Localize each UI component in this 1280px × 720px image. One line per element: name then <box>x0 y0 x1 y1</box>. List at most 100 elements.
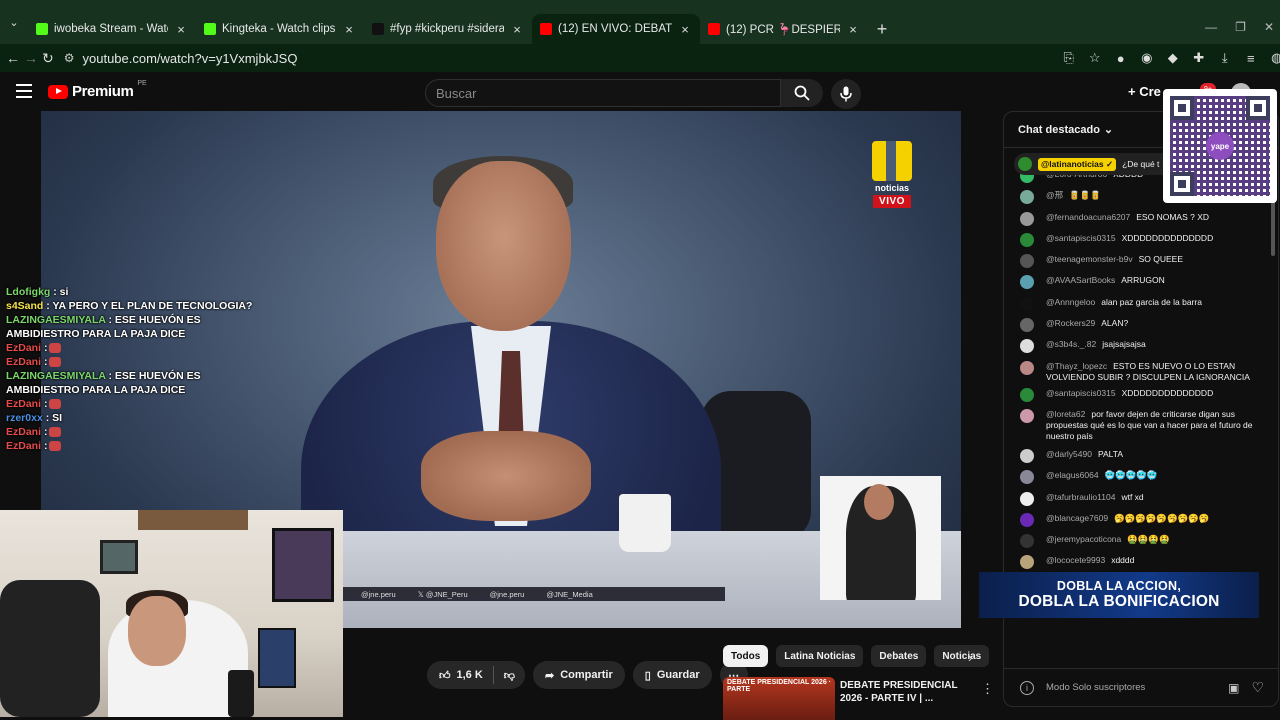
close-tab-icon[interactable]: × <box>510 22 524 37</box>
voice-search-button[interactable] <box>831 79 861 109</box>
chat-message[interactable]: @santapiscis0315 XDDDDDDDDDDDDDD <box>1004 232 1270 254</box>
close-tab-icon[interactable]: × <box>174 22 188 37</box>
download-icon[interactable]: ⤓ <box>1218 50 1232 66</box>
avatar[interactable] <box>1020 555 1034 570</box>
install-app-icon[interactable]: ⎘ <box>1062 50 1076 66</box>
avatar[interactable] <box>1020 387 1034 402</box>
avatar[interactable] <box>1020 360 1034 375</box>
filter-chip[interactable]: Latina Noticias <box>776 645 864 667</box>
avatar[interactable] <box>1020 190 1034 205</box>
chat-author[interactable]: @AVAASartBooks <box>1046 275 1115 285</box>
chat-message[interactable]: @loreta62 por favor dejen de criticarse d… <box>1004 408 1270 449</box>
chat-author[interactable]: @santapiscis0315 <box>1046 233 1116 243</box>
chat-author[interactable]: @blancage7609 <box>1046 513 1108 523</box>
chat-message[interactable]: @Rockers29 ALAN? <box>1004 318 1270 339</box>
chat-author[interactable]: @邢 <box>1046 190 1063 200</box>
chat-message[interactable]: @elagus6064 🥶🥶🥶🥶🥶 <box>1004 470 1270 491</box>
browser-tab[interactable]: (12) PCR 🦩DESPIERTA PERU ·× <box>700 14 868 44</box>
avatar[interactable] <box>1020 254 1034 269</box>
avatar[interactable] <box>1020 296 1034 311</box>
address-bar[interactable]: ⚙ youtube.com/watch?v=y1VxmjbkJSQ <box>58 46 988 70</box>
minimize-icon[interactable]: — <box>1205 20 1217 34</box>
chat-message[interactable]: @Annngeloo alan paz garcia de la barra <box>1004 296 1270 318</box>
save-button[interactable]: ▯ Guardar <box>632 661 712 689</box>
thumbs-down-icon[interactable]: 👎︎ <box>504 669 515 682</box>
recommended-title[interactable]: DEBATE PRESIDENCIAL 2026 - PARTE IV | ..… <box>840 679 980 705</box>
chat-author[interactable]: @santapiscis0315 <box>1046 388 1116 398</box>
extension-icon[interactable]: ● <box>1114 51 1128 66</box>
back-arrow-icon[interactable]: ← <box>6 46 20 70</box>
like-count[interactable]: 1,6 K <box>457 669 483 681</box>
kebab-menu-icon[interactable]: ⋮ <box>981 681 994 697</box>
chat-author[interactable]: @Annngeloo <box>1046 297 1095 307</box>
extension-icon[interactable]: ◉ <box>1140 50 1154 66</box>
youtube-premium-logo[interactable]: Premium PE <box>48 80 147 100</box>
close-tab-icon[interactable]: × <box>342 22 356 37</box>
site-info-icon[interactable]: ⚙ <box>64 51 75 65</box>
chevron-right-icon[interactable]: › <box>968 650 972 665</box>
chat-author[interactable]: @loreta62 <box>1046 409 1085 419</box>
browser-tab[interactable]: iwobeka Stream - Watch Live o× <box>28 14 196 44</box>
extension-icon[interactable]: ◆ <box>1166 50 1180 66</box>
avatar[interactable] <box>1020 470 1034 485</box>
chat-message[interactable]: @jeremypacoticona 🤮🤮🤮🤮 <box>1004 534 1270 555</box>
avatar[interactable] <box>1020 491 1034 506</box>
share-button[interactable]: ➦ Compartir <box>532 661 625 689</box>
chat-message[interactable]: @teenagemonster-b9v SO QUEEE <box>1004 254 1270 275</box>
chat-author[interactable]: @teenagemonster-b9v <box>1046 254 1133 264</box>
avatar[interactable] <box>1020 275 1034 290</box>
search-input[interactable]: Buscar <box>425 79 781 107</box>
browser-tab[interactable]: #fyp #kickperu #sideral | sidera× <box>364 14 532 44</box>
avatar[interactable] <box>1020 408 1034 423</box>
reload-icon[interactable]: ↻ <box>42 46 54 70</box>
avatar[interactable] <box>1020 211 1034 226</box>
chat-message[interactable]: @blancage7609 🥱🥱🥱🥱🥱🥱🥱🥱🥱 <box>1004 512 1270 534</box>
avatar[interactable] <box>1020 534 1034 549</box>
super-chat-icon[interactable]: ▣ <box>1228 681 1239 695</box>
chat-author[interactable]: @fernandoacuna6207 <box>1046 212 1130 222</box>
chat-author[interactable]: @darly5490 <box>1046 449 1092 459</box>
chat-message[interactable]: @Thayz_lopezc ESTO ES NUEVO O LO ESTAN VO… <box>1004 360 1270 388</box>
hamburger-menu-icon[interactable] <box>16 84 32 98</box>
close-tab-icon[interactable]: × <box>678 22 692 37</box>
chat-message[interactable]: @darly5490 PALTA <box>1004 448 1270 470</box>
avatar[interactable] <box>1020 448 1034 463</box>
chat-message[interactable]: @tafurbraulio1104 wtf xd <box>1004 491 1270 513</box>
chat-author[interactable]: @elagus6064 <box>1046 470 1099 480</box>
chat-author[interactable]: @tafurbraulio1104 <box>1046 492 1115 502</box>
filter-chip[interactable]: Debates <box>871 645 927 667</box>
profile-icon[interactable]: ◍ <box>1270 50 1280 66</box>
create-button[interactable]: + Cre <box>1128 84 1161 99</box>
avatar[interactable] <box>1020 318 1034 333</box>
filter-chip[interactable]: Todos <box>723 645 769 667</box>
chat-message[interactable]: @fernandoacuna6207 ESO NOMAS ? XD <box>1004 211 1270 233</box>
avatar[interactable] <box>1020 232 1034 247</box>
recommended-video[interactable]: DEBATE PRESIDENCIAL 2026 · PARTE DEBATE … <box>723 677 994 720</box>
media-control-icon[interactable]: ≡ <box>1244 51 1258 66</box>
tab-search-chevron-icon[interactable]: ⌄ <box>0 0 28 44</box>
browser-tab[interactable]: (12) EN VIVO: DEBATE PRES× <box>532 14 700 44</box>
chat-author[interactable]: @jeremypacoticona <box>1046 534 1121 544</box>
forward-arrow-icon[interactable]: → <box>24 46 38 70</box>
chat-message[interactable]: @santapiscis0315 XDDDDDDDDDDDDDD <box>1004 387 1270 409</box>
chat-author[interactable]: @s3b4s._.82 <box>1046 339 1096 349</box>
chat-author[interactable]: @Thayz_lopezc <box>1046 361 1107 371</box>
chat-message[interactable]: @AVAASartBooks ARRUGON <box>1004 275 1270 296</box>
filter-chip[interactable]: Noticias <box>934 645 990 667</box>
search-button[interactable] <box>781 79 823 107</box>
close-tab-icon[interactable]: × <box>846 22 860 37</box>
new-tab-button[interactable]: + <box>868 14 896 44</box>
thumbs-up-icon[interactable]: 👍︎ <box>439 669 451 682</box>
chat-message[interactable]: @s3b4s._.82 jsajsajsajsa <box>1004 339 1270 360</box>
avatar[interactable] <box>1020 339 1034 354</box>
close-window-icon[interactable]: ✕ <box>1264 20 1274 34</box>
chat-message-list[interactable]: @Loro-Arthuro6XDDDD@邢🥫🥫🥫@fernandoacuna62… <box>1004 169 1270 598</box>
heart-icon[interactable]: ♡ <box>1251 679 1264 696</box>
avatar[interactable] <box>1020 512 1034 527</box>
chat-author[interactable]: @lococete9993 <box>1046 555 1105 565</box>
bookmark-star-icon[interactable]: ☆ <box>1088 50 1102 66</box>
restore-icon[interactable]: ❐ <box>1235 20 1246 34</box>
info-icon[interactable]: i <box>1020 680 1034 695</box>
chat-author[interactable]: @Rockers29 <box>1046 318 1095 328</box>
puzzle-icon[interactable]: ✚ <box>1192 50 1206 66</box>
